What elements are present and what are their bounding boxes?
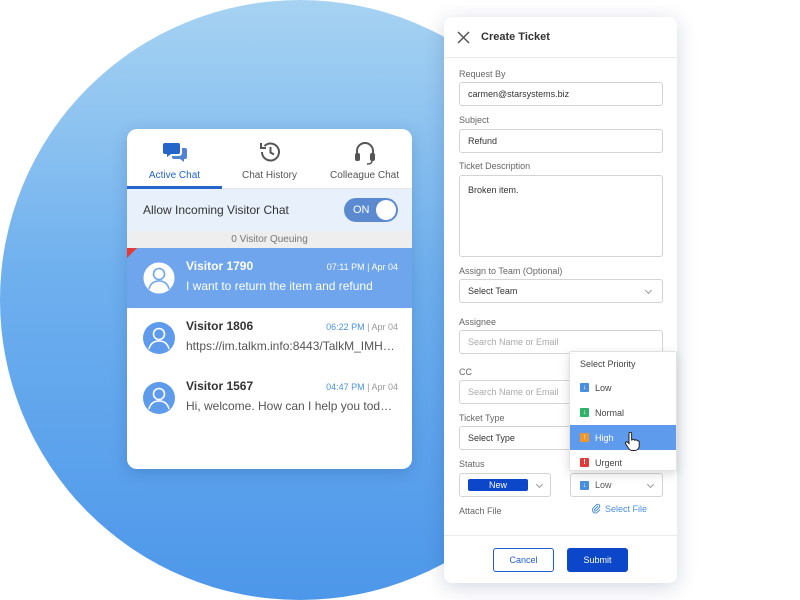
priority-option-label: Normal <box>595 407 625 418</box>
ticket-type-label: Ticket Type <box>459 413 505 423</box>
ticket-footer: Cancel Submit <box>444 535 677 583</box>
exclamation-icon: ! <box>580 458 589 467</box>
priority-option-low[interactable]: ↓ Low <box>570 375 676 400</box>
priority-option-high[interactable]: ↑ High <box>570 425 676 450</box>
visitor-timestamp: 06:22 PM | Apr 04 <box>326 322 398 332</box>
priority-option-label: High <box>595 432 614 443</box>
toggle-label: ON <box>353 204 370 216</box>
subject-label: Subject <box>459 115 490 125</box>
visitor-last-message: https://im.talkm.info:8443/TalkM_IMHttpS… <box>186 339 398 353</box>
ticket-title: Create Ticket <box>481 31 550 43</box>
description-textarea[interactable]: Broken item. <box>459 175 663 257</box>
visitor-queue-status: 0 Visitor Queuing <box>127 231 412 248</box>
visitor-timestamp: 04:47 PM | Apr 04 <box>326 382 398 392</box>
visitor-list-item[interactable]: Visitor 1567 04:47 PM | Apr 04 Hi, welco… <box>127 368 412 428</box>
tab-chat-history[interactable]: Chat History <box>222 129 317 188</box>
allow-visitor-chat-row: Allow Incoming Visitor Chat ON <box>127 189 412 231</box>
allow-visitor-chat-label: Allow Incoming Visitor Chat <box>143 203 289 217</box>
cancel-button[interactable]: Cancel <box>493 547 554 572</box>
visitor-name: Visitor 1567 <box>186 379 254 393</box>
visitor-info: Visitor 1567 04:47 PM | Apr 04 Hi, welco… <box>186 379 398 413</box>
assign-team-select[interactable]: Select Team <box>459 279 663 303</box>
arrow-up-icon: ↑ <box>580 433 589 442</box>
visitor-date: Apr 04 <box>371 262 398 272</box>
close-icon[interactable] <box>457 30 470 44</box>
chat-tabs: Active Chat Chat History Colleague Chat <box>127 129 412 189</box>
tab-colleague-chat[interactable]: Colleague Chat <box>317 129 412 188</box>
select-file-link[interactable]: Select File <box>591 503 647 514</box>
description-label: Ticket Description <box>459 161 531 171</box>
visitor-date: Apr 04 <box>371 382 398 392</box>
hand-cursor-icon <box>624 432 640 451</box>
cc-label: CC <box>459 367 472 377</box>
visitor-avatar-icon <box>143 382 175 414</box>
visitor-avatar-icon <box>143 322 175 354</box>
visitor-time: 06:22 PM <box>326 322 365 332</box>
arrow-down-icon: ↓ <box>580 383 589 392</box>
visitor-time: 07:11 PM <box>326 262 365 272</box>
chat-panel: Active Chat Chat History Colleague Chat … <box>127 129 412 469</box>
select-file-label: Select File <box>605 503 648 514</box>
headset-icon <box>354 142 375 165</box>
ticket-header: Create Ticket <box>444 17 677 58</box>
priority-option-normal[interactable]: ↓ Normal <box>570 400 676 425</box>
arrow-down-icon: ↓ <box>580 480 589 490</box>
visitor-list-item[interactable]: Visitor 1806 06:22 PM | Apr 04 https://i… <box>127 308 412 368</box>
tab-label: Active Chat <box>148 170 201 181</box>
submit-button[interactable]: Submit <box>567 547 628 572</box>
tab-label: Colleague Chat <box>330 170 399 181</box>
tab-active-chat[interactable]: Active Chat <box>127 129 222 189</box>
timestamp-separator: | <box>367 322 370 332</box>
status-badge: New <box>468 479 528 491</box>
request-by-field[interactable]: carmen@starsystems.biz <box>459 82 663 106</box>
assign-team-label: Assign to Team (Optional) <box>459 266 563 276</box>
assignee-label: Assignee <box>459 317 497 327</box>
arrow-down-icon: ↓ <box>580 408 589 417</box>
toggle-knob <box>376 200 396 220</box>
priority-value: Low <box>595 480 612 490</box>
priority-menu-title: Select Priority <box>580 359 636 369</box>
visitor-info: Visitor 1790 07:11 PM | Apr 04 I want to… <box>186 259 398 293</box>
status-select[interactable]: New <box>459 473 551 497</box>
priority-option-urgent[interactable]: ! Urgent <box>570 450 676 475</box>
attach-file-label: Attach File <box>459 506 502 516</box>
unread-corner-marker <box>127 248 137 258</box>
priority-option-label: Urgent <box>595 457 623 468</box>
priority-dropdown-menu: Select Priority ↓ Low ↓ Normal ↑ High ! … <box>569 351 677 471</box>
request-by-label: Request By <box>459 69 506 79</box>
visitor-info: Visitor 1806 06:22 PM | Apr 04 https://i… <box>186 319 398 353</box>
visitor-last-message: I want to return the item and refund <box>186 279 373 293</box>
visitor-name: Visitor 1790 <box>186 259 254 273</box>
subject-field[interactable]: Refund <box>459 129 663 153</box>
visitor-time: 04:47 PM <box>326 382 365 392</box>
timestamp-separator: | <box>367 262 370 272</box>
visitor-last-message: Hi, welcome. How can I help you today?? <box>186 399 398 413</box>
visitor-avatar-icon <box>142 261 176 295</box>
chat-bubbles-icon <box>162 143 187 162</box>
allow-chat-toggle[interactable]: ON <box>344 198 398 222</box>
priority-option-label: Low <box>595 382 612 393</box>
status-label: Status <box>459 459 485 469</box>
visitor-list-item[interactable]: Visitor 1790 07:11 PM | Apr 04 I want to… <box>127 248 412 308</box>
visitor-timestamp: 07:11 PM | Apr 04 <box>327 262 398 272</box>
history-clock-icon <box>259 142 280 162</box>
priority-select[interactable]: ↓ Low <box>570 473 663 497</box>
create-ticket-panel: Create Ticket Request By carmen@starsyst… <box>444 17 677 583</box>
visitor-date: Apr 04 <box>371 322 398 332</box>
tab-label: Chat History <box>241 170 297 181</box>
visitor-name: Visitor 1806 <box>186 319 254 333</box>
paperclip-icon <box>591 503 601 514</box>
timestamp-separator: | <box>367 382 370 392</box>
